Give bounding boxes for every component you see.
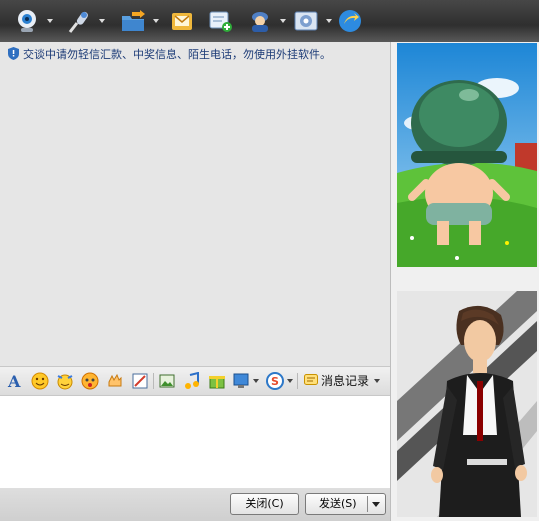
- create-group-icon: [207, 8, 233, 34]
- email-icon: [169, 8, 195, 34]
- button-divider: [367, 496, 368, 512]
- send-file-icon: [120, 8, 146, 34]
- app-settings-icon: [293, 8, 319, 34]
- create-group-button[interactable]: [205, 7, 237, 35]
- font-icon[interactable]: A: [6, 372, 24, 391]
- app-settings-button[interactable]: [291, 7, 332, 35]
- avatar-sidebar: [391, 42, 539, 521]
- music-icon[interactable]: [183, 371, 201, 390]
- message-history-button[interactable]: 消息记录: [304, 371, 381, 391]
- video-icon: [14, 8, 40, 34]
- chevron-down-icon[interactable]: [280, 19, 286, 23]
- nudge-icon[interactable]: [81, 372, 99, 390]
- security-warning: 交谈中请勿轻信汇款、中奖信息、陌生电话，勿使用外挂软件。: [8, 47, 388, 63]
- message-input[interactable]: [0, 396, 390, 488]
- chevron-down-icon[interactable]: [326, 19, 332, 23]
- voice-call-button[interactable]: [64, 7, 105, 35]
- chat-toolbar: [0, 0, 539, 43]
- send-file-button[interactable]: [118, 7, 159, 35]
- payment-icon[interactable]: S: [266, 372, 284, 390]
- contact-avatar-show: [397, 43, 537, 267]
- chevron-down-icon[interactable]: [287, 379, 293, 383]
- chevron-down-icon[interactable]: [253, 379, 259, 383]
- action-bar: 关闭(C) 发送(S): [0, 488, 390, 521]
- chevron-down-icon[interactable]: [153, 19, 159, 23]
- gesture-icon[interactable]: [106, 372, 124, 390]
- chevron-down-icon: [374, 379, 381, 383]
- send-label: 发送(S): [319, 497, 357, 510]
- svg-text:S: S: [271, 375, 279, 388]
- warning-text: 交谈中请勿轻信汇款、中奖信息、陌生电话，勿使用外挂软件。: [23, 48, 331, 61]
- magic-emoticon-icon[interactable]: [56, 372, 74, 390]
- toolbar-divider: [297, 373, 298, 389]
- remote-desktop-icon[interactable]: [233, 372, 251, 390]
- send-options-chevron-icon[interactable]: [372, 502, 380, 507]
- emoticon-icon[interactable]: [31, 372, 49, 390]
- format-toolbar: A S 消息记录: [0, 366, 390, 396]
- message-history-icon: [304, 373, 318, 386]
- close-button[interactable]: 关闭(C): [230, 493, 299, 515]
- chevron-down-icon[interactable]: [99, 19, 105, 23]
- self-avatar-show: [397, 291, 537, 517]
- image-icon[interactable]: [158, 372, 176, 390]
- shield-icon: [8, 47, 19, 60]
- gift-icon[interactable]: [208, 372, 226, 390]
- message-history-label: 消息记录: [321, 374, 370, 388]
- chat-window: 交谈中请勿轻信汇款、中奖信息、陌生电话，勿使用外挂软件。 A S 消息记录 关闭…: [0, 42, 391, 521]
- contact-card-button[interactable]: [245, 7, 286, 35]
- video-call-button[interactable]: [12, 7, 53, 35]
- svg-text:A: A: [7, 372, 21, 390]
- send-button[interactable]: 发送(S): [305, 493, 386, 515]
- contact-card-icon: [247, 8, 273, 34]
- microphone-icon: [66, 8, 92, 34]
- send-email-button[interactable]: [167, 7, 199, 35]
- chevron-down-icon[interactable]: [47, 19, 53, 23]
- share-button[interactable]: [335, 7, 367, 35]
- share-icon: [337, 8, 363, 34]
- toolbar-divider: [153, 373, 154, 389]
- screenshot-icon[interactable]: [131, 372, 149, 390]
- message-history-area[interactable]: [0, 64, 390, 364]
